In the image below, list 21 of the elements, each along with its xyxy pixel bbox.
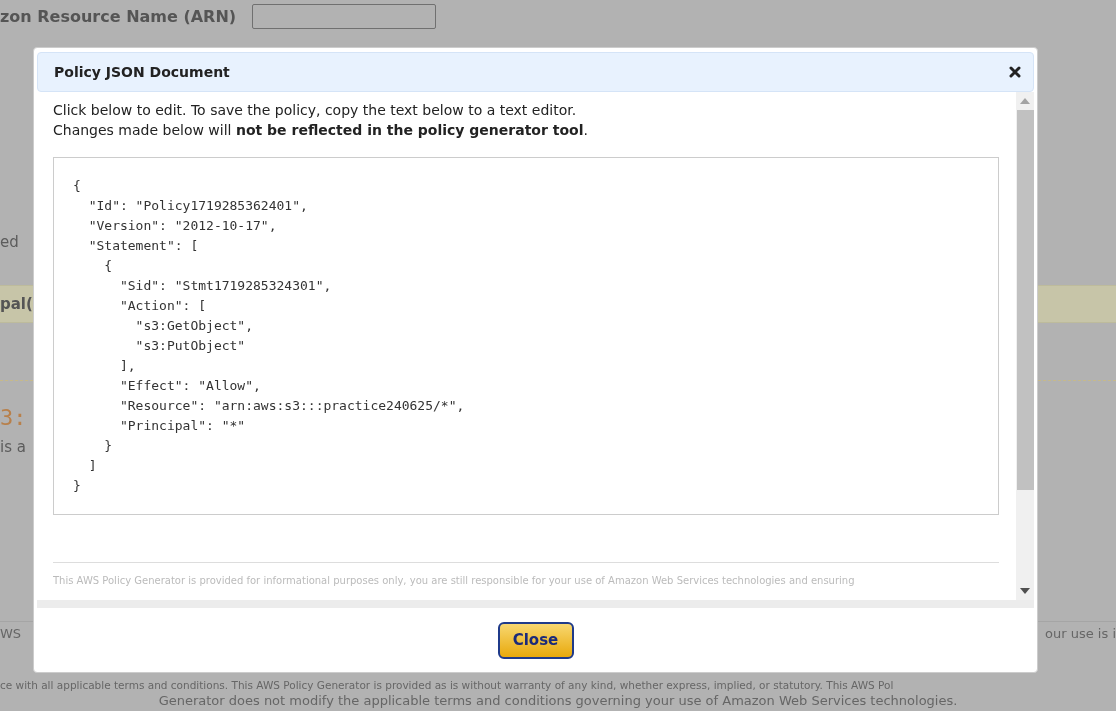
page-text: ed [0,233,19,251]
section-heading: pal( [0,295,33,313]
scroll-down-icon[interactable] [1020,588,1030,594]
instruction-text: Click below to edit. To save the policy, copy the text below to a text editor. [53,101,578,120]
footer-text: WS [0,626,22,643]
policy-editor[interactable]: { "Id": "Policy1719285362401", "Version": "2012-10-17", "Statement": [ { "Sid": "Stmt1719285324301", "Action": [ "s3:GetObject", "s3:PutObject" ], "Effect": "Allow", "Resource": "arn:aws:s3:::practice240625/*", "Principal": "*" } ] } [53,157,999,515]
arn-label: zon Resource Name (ARN) [0,7,237,26]
footer-text: Generator does not modify the applicable terms and conditions governing your use of Amazon Web Services technologies. [158,693,958,708]
footer-text: our use is i [1045,626,1116,643]
disclaimer-text: This AWS Policy Generator is provided for informational purposes only, you are still responsible for your use of Amazon Web Services technologies and ensuring [53,575,856,586]
dialog-title: Policy JSON Document [54,64,230,80]
close-icon[interactable] [1009,66,1021,78]
instruction-text: Changes made below will not be reflected in the policy generator tool. [53,121,589,140]
footer-text: ce with all applicable terms and conditions. This AWS Policy Generator is provided as is without warranty of any kind, whether express, implied, or statutory. This AWS Pol [0,679,894,691]
step-heading: 3: [0,405,27,430]
arn-input-field[interactable] [252,4,437,29]
close-button[interactable]: Close [497,621,574,659]
page-text: is a [0,438,26,456]
scroll-up-icon[interactable] [1020,98,1030,104]
scroll-thumb[interactable] [1016,110,1034,490]
scrollbar[interactable] [1016,92,1034,600]
